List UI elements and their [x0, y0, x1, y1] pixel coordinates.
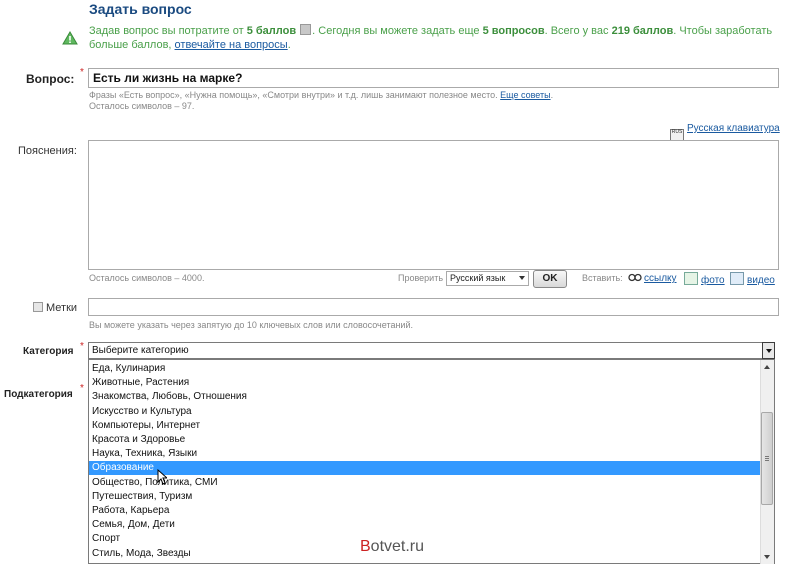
category-option[interactable]: Стиль, Мода, Звезды: [89, 547, 761, 561]
scrollbar-thumb[interactable]: [761, 412, 773, 505]
thumb-grip: [765, 456, 769, 457]
photo-icon: [684, 272, 698, 285]
insert-video-button[interactable]: видео: [730, 272, 775, 286]
spellcheck-label: Проверить: [398, 273, 444, 283]
russian-keyboard-label: Русская клавиатура: [687, 123, 780, 134]
russian-keyboard-link[interactable]: RUS Русская клавиатура: [670, 123, 780, 141]
thumb-grip: [765, 460, 769, 461]
category-dropdown-button[interactable]: [762, 342, 775, 359]
chevron-down-icon: [766, 349, 772, 353]
category-option[interactable]: Наука, Техника, Языки: [89, 447, 761, 461]
tags-label: Метки: [33, 302, 77, 314]
scroll-up-arrow-icon[interactable]: [760, 360, 774, 374]
insert-video-label: видео: [747, 275, 775, 286]
points-notice: Задав вопрос вы потратите от 5 баллов . …: [89, 24, 779, 52]
tags-hint: Вы можете указать через запятую до 10 кл…: [89, 320, 413, 330]
explanation-textarea[interactable]: [88, 140, 779, 270]
category-select[interactable]: Выберите категорию: [88, 342, 775, 359]
category-option[interactable]: Образование: [89, 461, 761, 476]
page-title: Задать вопрос: [89, 1, 192, 17]
notice-text: . Сегодня вы можете задать еще: [312, 25, 483, 37]
notice-text: .: [287, 39, 291, 51]
spellcheck-language-select[interactable]: Русский язык: [446, 271, 529, 286]
insert-link-button[interactable]: ссылку: [628, 272, 677, 284]
category-option[interactable]: Еда, Кулинария: [89, 362, 761, 376]
category-option[interactable]: Семья, Дом, Дети: [89, 518, 761, 532]
spellcheck-ok-button[interactable]: OK: [533, 270, 567, 288]
subcategory-required-mark: *: [80, 383, 84, 394]
category-option[interactable]: Животные, Растения: [89, 376, 761, 390]
question-hint: Фразы «Есть вопрос», «Нужна помощь», «См…: [89, 90, 554, 100]
insert-photo-button[interactable]: фото: [684, 272, 725, 286]
warning-icon: [62, 31, 78, 45]
notice-text: . Всего у вас: [544, 25, 612, 37]
category-option[interactable]: Компьютеры, Интернет: [89, 419, 761, 433]
category-option[interactable]: Путешествия, Туризм: [89, 490, 761, 504]
notice-points: 5 баллов: [246, 25, 297, 37]
subcategory-label: Подкатегория: [4, 389, 73, 400]
question-chars-left: Осталось символов – 97.: [89, 101, 195, 111]
answer-questions-link[interactable]: отвечайте на вопросы: [175, 39, 288, 51]
question-label: Вопрос:: [26, 72, 75, 86]
tags-checkbox[interactable]: [33, 302, 43, 312]
spellcheck-language-value: Русский язык: [450, 273, 506, 283]
insert-label: Вставить:: [582, 273, 623, 283]
site-watermark: Botvet.ru: [360, 538, 424, 556]
question-required-mark: *: [80, 67, 84, 78]
scroll-down-arrow-icon[interactable]: [760, 550, 774, 564]
category-option[interactable]: Знакомства, Любовь, Отношения: [89, 390, 761, 404]
notice-questions-left: 5 вопросов: [482, 25, 545, 37]
link-icon: [628, 273, 642, 282]
mouse-cursor-icon: [157, 469, 167, 485]
more-tips-link[interactable]: Еще советы: [500, 90, 550, 100]
question-hint-text: Фразы «Есть вопрос», «Нужна помощь», «См…: [89, 90, 501, 100]
notice-total-points: 219 баллов: [611, 25, 674, 37]
insert-photo-label: фото: [701, 275, 725, 286]
category-option[interactable]: Работа, Карьера: [89, 504, 761, 518]
question-input[interactable]: Есть ли жизнь на марке?: [88, 68, 779, 88]
explanation-chars-left: Осталось символов – 4000.: [89, 273, 205, 283]
notice-text: Задав вопрос вы потратите от: [89, 25, 247, 37]
category-dropdown-list: Еда, Кулинария Животные, Растения Знакомст…: [88, 359, 775, 564]
category-option[interactable]: Общество, Политика, СМИ: [89, 476, 761, 490]
category-required-mark: *: [80, 341, 84, 352]
tags-input[interactable]: [88, 298, 779, 316]
video-icon: [730, 272, 744, 285]
tags-label-text: Метки: [46, 302, 78, 314]
watermark-letter: B: [360, 538, 371, 555]
watermark-text: otvet.ru: [370, 538, 425, 555]
category-option[interactable]: Красота и Здоровье: [89, 433, 761, 447]
chevron-down-icon: [519, 276, 525, 280]
insert-link-label: ссылку: [644, 273, 677, 284]
category-option[interactable]: Спорт: [89, 532, 761, 546]
category-label: Категория: [23, 346, 74, 357]
explanation-label: Пояснения:: [18, 145, 77, 157]
points-icon: [300, 24, 312, 35]
thumb-grip: [765, 458, 769, 459]
category-option[interactable]: Искусство и Культура: [89, 405, 761, 419]
